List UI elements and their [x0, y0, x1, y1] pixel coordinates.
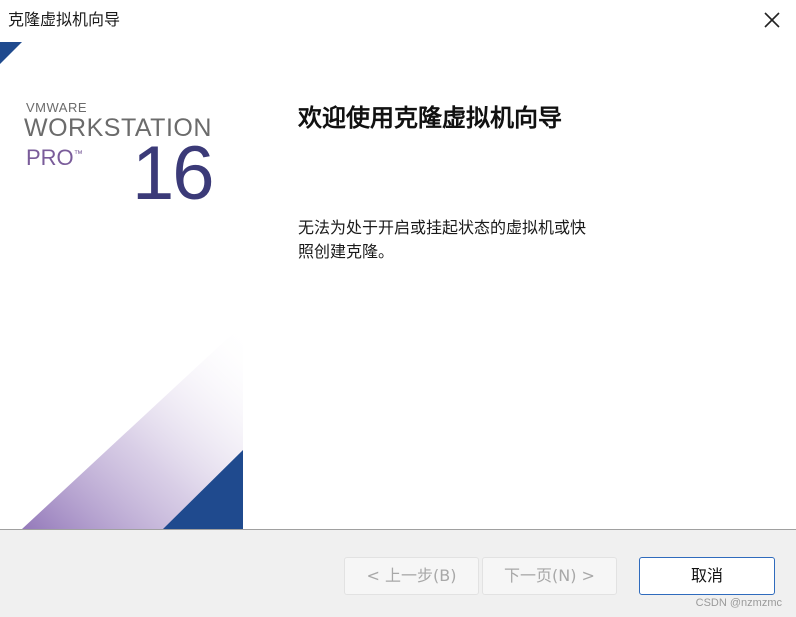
edition-label: PRO™: [26, 145, 83, 171]
window-title: 克隆虚拟机向导: [8, 10, 121, 29]
clone-vm-wizard-window: 克隆虚拟机向导 VMWARE WORKSTATION PRO™ 16 欢迎使用克…: [0, 0, 796, 617]
info-message-line-2: 照创建克隆。: [298, 242, 395, 261]
cancel-button[interactable]: 取消: [639, 557, 775, 595]
info-message-line-1: 无法为处于开启或挂起状态的虚拟机或快: [298, 218, 587, 237]
close-button[interactable]: [760, 8, 784, 32]
info-message: 无法为处于开启或挂起状态的虚拟机或快 照创建克隆。: [298, 216, 628, 264]
trademark-mark: ™: [73, 148, 83, 159]
next-button[interactable]: 下一页(N) >: [482, 557, 617, 595]
edition-text: PRO: [26, 145, 74, 170]
version-number: 16: [132, 131, 215, 216]
close-icon: [764, 12, 780, 28]
branding-panel: VMWARE WORKSTATION PRO™ 16: [0, 42, 243, 529]
vendor-label: VMWARE: [26, 100, 88, 115]
watermark-text: CSDN @nzmzmc: [695, 597, 782, 609]
top-corner-triangle: [0, 42, 22, 64]
page-heading: 欢迎使用克隆虚拟机向导: [298, 103, 562, 132]
title-bar[interactable]: 克隆虚拟机向导: [0, 0, 796, 42]
back-button[interactable]: < 上一步(B): [344, 557, 479, 595]
